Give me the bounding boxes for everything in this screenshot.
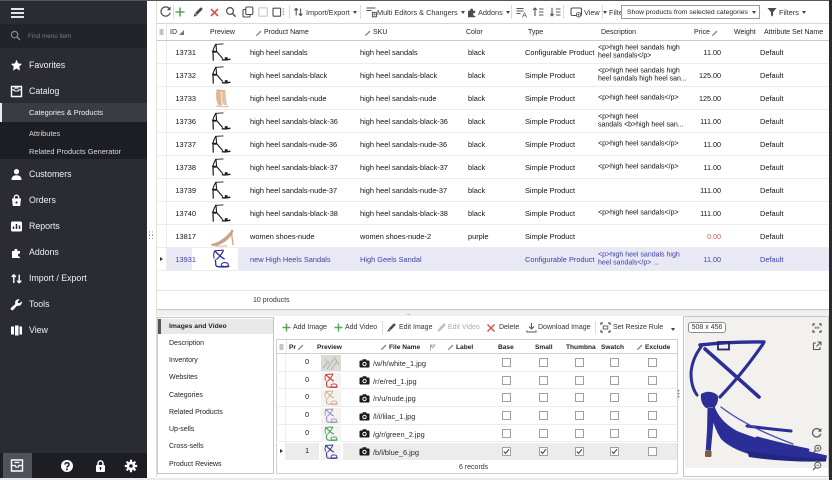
svg-text:A: A xyxy=(522,11,527,19)
